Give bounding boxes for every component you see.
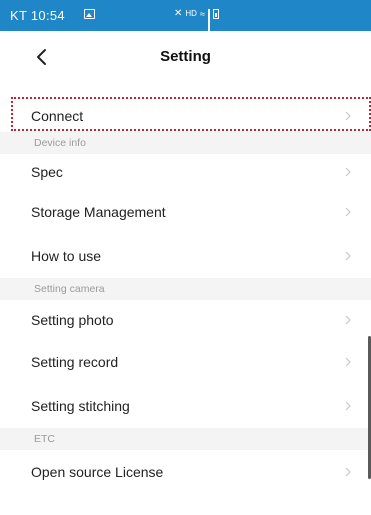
- open-source-license-item[interactable]: Open source License: [0, 450, 371, 494]
- battery-icon: [212, 8, 219, 19]
- page-title: Setting: [160, 48, 211, 65]
- section-title: Setting camera: [34, 283, 105, 295]
- section-title: ETC: [34, 433, 55, 445]
- section-etc: ETC: [0, 428, 371, 450]
- setting-photo-label: Setting photo: [31, 312, 114, 328]
- app-header: Setting: [0, 31, 371, 83]
- open-source-license-label: Open source License: [31, 464, 164, 480]
- settings-list: Connect Device info Spec Storage Managem…: [0, 83, 371, 494]
- chevron-right-icon: [345, 467, 351, 477]
- signal-icon: [207, 8, 210, 33]
- setting-record-label: Setting record: [31, 354, 119, 370]
- chevron-right-icon: [345, 315, 351, 325]
- chevron-right-icon: [345, 111, 351, 121]
- wifi-icon: ≈: [199, 8, 205, 19]
- chevron-right-icon: [345, 401, 351, 411]
- connect-label: Connect: [31, 108, 84, 124]
- storage-management-item[interactable]: Storage Management: [0, 190, 371, 234]
- storage-management-label: Storage Management: [31, 204, 166, 220]
- chevron-right-icon: [345, 207, 351, 217]
- hd-icon: HD: [185, 9, 197, 18]
- how-to-use-item[interactable]: How to use: [0, 234, 371, 278]
- setting-stitching-label: Setting stitching: [31, 398, 130, 414]
- chevron-right-icon: [345, 167, 351, 177]
- mute-icon: ✕: [174, 8, 183, 19]
- setting-record-item[interactable]: Setting record: [0, 340, 371, 384]
- section-setting-camera: Setting camera: [0, 278, 371, 300]
- status-indicators: ✕ HD ≈: [174, 8, 219, 33]
- spec-item[interactable]: Spec: [0, 154, 371, 190]
- image-notification-icon: [84, 9, 95, 19]
- status-bar: KT 10:54 ✕ HD ≈: [0, 0, 371, 33]
- connect-item[interactable]: Connect: [0, 100, 371, 132]
- setting-photo-item[interactable]: Setting photo: [0, 300, 371, 340]
- section-title: Device info: [34, 137, 86, 149]
- how-to-use-label: How to use: [31, 248, 102, 264]
- status-time: KT 10:54: [10, 8, 65, 23]
- setting-stitching-item[interactable]: Setting stitching: [0, 384, 371, 428]
- spec-label: Spec: [31, 164, 63, 180]
- chevron-right-icon: [345, 251, 351, 261]
- section-device-info: Device info: [0, 132, 371, 154]
- chevron-right-icon: [345, 357, 351, 367]
